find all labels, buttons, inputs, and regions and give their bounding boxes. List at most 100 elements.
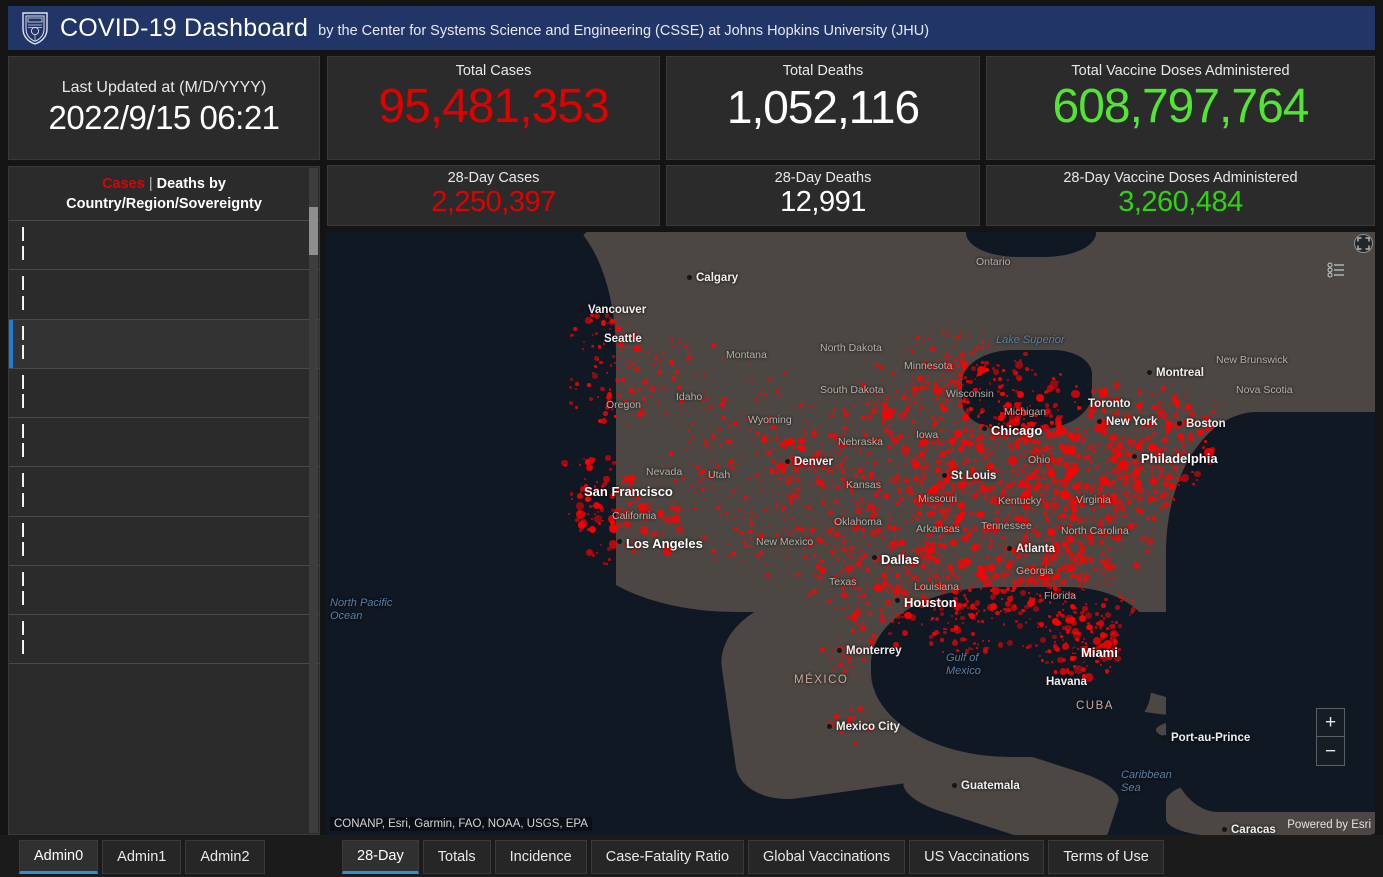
tab-global-vaccinations[interactable]: Global Vaccinations	[748, 840, 906, 874]
country-list-item[interactable]: | |	[9, 220, 319, 270]
map-case-dot	[887, 458, 891, 462]
map-case-dot	[888, 586, 891, 589]
map-case-dot	[1104, 517, 1107, 520]
map-case-dot	[828, 432, 833, 438]
map-case-dot	[968, 432, 974, 438]
map-case-dot	[701, 469, 706, 475]
country-list-panel[interactable]: Cases | Deaths by Country/Region/Soverei…	[8, 166, 320, 835]
map-case-dot	[1048, 437, 1051, 440]
map-legend-icon[interactable]	[1325, 260, 1347, 282]
map-case-dot	[1040, 489, 1043, 492]
country-list-item[interactable]	[9, 663, 319, 675]
map-case-dot	[608, 540, 618, 549]
map-case-dot	[608, 558, 611, 561]
map-case-dot	[1085, 611, 1093, 619]
map-case-dot	[971, 352, 975, 355]
map-city-marker	[837, 648, 842, 653]
heading-deaths-link[interactable]: Deaths by	[157, 176, 226, 192]
map-case-dot	[940, 429, 943, 433]
map-case-dot	[775, 469, 781, 474]
map-case-dot	[672, 481, 675, 484]
map-case-dot	[917, 375, 923, 381]
map-case-dot	[849, 545, 855, 551]
map-case-dot	[951, 488, 956, 492]
country-list-item[interactable]: | |	[9, 515, 319, 565]
map-case-dot	[677, 384, 682, 390]
map-case-dot	[1006, 595, 1014, 602]
map-case-dot	[940, 638, 944, 642]
map-place-label: Nebraska	[838, 436, 883, 448]
map-case-dot	[997, 562, 1001, 566]
country-list[interactable]: | | | | | | | | | | | | | | | | | |	[9, 220, 319, 675]
map-case-dot	[890, 540, 895, 545]
heading-cases-link[interactable]: Cases	[102, 176, 145, 192]
country-list-item[interactable]: | |	[9, 269, 319, 319]
map-case-dot	[1046, 384, 1054, 392]
tab-us-vaccinations[interactable]: US Vaccinations	[909, 840, 1045, 874]
map-case-dot	[766, 449, 773, 456]
map-case-dot	[796, 438, 801, 443]
map-case-dot	[830, 656, 834, 660]
map-case-dot	[1016, 555, 1020, 559]
map-zoom-in-button[interactable]: +	[1316, 708, 1345, 737]
map-place-label: North Dakota	[820, 342, 882, 354]
expand-map-icon[interactable]	[1354, 234, 1373, 253]
map-case-dot	[1051, 496, 1055, 500]
map-case-dot	[858, 555, 864, 561]
map-case-dot	[783, 519, 786, 522]
country-list-item[interactable]: | |	[9, 367, 319, 418]
map-case-dot	[928, 468, 931, 471]
day28-deaths-panel: 28-Day Deaths 12,991	[666, 165, 980, 226]
map-place-label: Mexico City	[836, 721, 900, 733]
map-case-dot	[612, 354, 615, 358]
map-case-dot	[1068, 448, 1075, 455]
map-case-dot	[563, 463, 566, 466]
value-separator: |	[21, 294, 26, 311]
map-case-dot	[798, 527, 804, 532]
country-list-item[interactable]: | |	[9, 318, 319, 369]
map-case-dot	[933, 573, 940, 579]
map-case-dot	[1044, 492, 1047, 495]
map-case-dot	[587, 382, 592, 387]
country-list-item[interactable]: | |	[9, 417, 319, 467]
tab-28-day[interactable]: 28-Day	[342, 840, 419, 874]
map-city-marker	[1007, 546, 1012, 551]
map-case-dot	[777, 477, 781, 481]
tab-admin2[interactable]: Admin2	[185, 840, 265, 874]
tab-admin1[interactable]: Admin1	[102, 840, 182, 874]
map-case-dot	[822, 487, 825, 490]
total-cases-value: 95,481,353	[378, 80, 609, 133]
map-zoom-out-button[interactable]: −	[1316, 737, 1345, 766]
tab-terms-of-use[interactable]: Terms of Use	[1048, 840, 1164, 874]
country-list-item[interactable]: | |	[9, 564, 319, 615]
tab-incidence[interactable]: Incidence	[494, 840, 587, 874]
sidebar-scrollbar-track[interactable]	[309, 168, 318, 833]
map-case-dot	[1108, 624, 1112, 627]
map-case-dot	[905, 570, 910, 576]
tab-admin0[interactable]: Admin0	[19, 840, 99, 874]
tab-case-fatality-ratio[interactable]: Case-Fatality Ratio	[590, 840, 745, 874]
country-list-item[interactable]: | |	[9, 466, 319, 516]
page-title: COVID-19 Dashboard	[60, 13, 309, 42]
map-case-dot	[1103, 597, 1108, 602]
heading-separator: |	[144, 176, 157, 192]
map-case-dot	[977, 609, 980, 613]
map-case-dot	[1048, 467, 1054, 473]
map-case-dot	[990, 603, 997, 610]
map-case-dot	[840, 470, 845, 475]
country-totals-line: |	[21, 540, 311, 559]
covid-case-map[interactable]: Ontario Calgary Vancouver Seattle Montana Nor…	[326, 232, 1375, 835]
tab-totals[interactable]: Totals	[422, 840, 491, 874]
map-case-dot	[755, 552, 760, 558]
map-case-dot	[962, 414, 969, 421]
map-case-dot	[1104, 576, 1107, 580]
map-case-dot	[1101, 603, 1106, 608]
map-case-dot	[981, 330, 984, 333]
country-list-item[interactable]: | |	[9, 614, 319, 664]
map-case-dot	[1070, 655, 1077, 661]
sidebar-scrollbar-thumb[interactable]	[309, 207, 318, 255]
map-case-dot	[1017, 580, 1020, 583]
map-case-dot	[893, 394, 896, 397]
value-separator: |	[21, 570, 26, 587]
map-case-dot	[1034, 643, 1038, 647]
